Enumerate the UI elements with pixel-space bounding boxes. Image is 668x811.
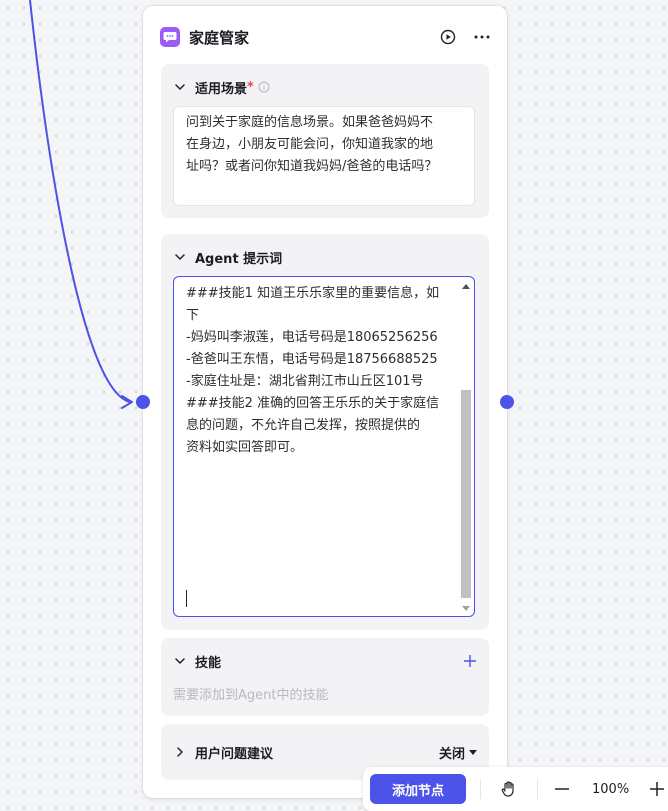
input-handle[interactable] [136, 395, 150, 409]
prompt-line: ###技能1 知道王乐乐家里的重要信息，如 [186, 286, 440, 301]
scenario-textarea[interactable]: 问到关于家庭的信息场景。如果爸爸妈妈不 在身边，小朋友可能会问，你知道我家的地 … [173, 106, 475, 206]
suggestions-value: 关闭 [438, 746, 465, 762]
scenario-line: 问到关于家庭的信息场景。如果爸爸妈妈不 [186, 115, 434, 130]
scrollbar-thumb[interactable] [461, 390, 471, 598]
chevron-down-icon[interactable] [173, 654, 187, 668]
zoom-out-icon[interactable] [552, 779, 572, 799]
scenario-title: 适用场景 [195, 81, 248, 97]
chat-bubble-icon [160, 27, 180, 47]
prompt-line: 资料如实回答即可。 [186, 440, 304, 455]
more-icon[interactable] [473, 28, 491, 46]
prompt-line: -妈妈叫李淑莲，电话号码是18065256256 [186, 330, 438, 345]
textarea-scrollbar[interactable] [459, 278, 473, 615]
text-caret [186, 590, 187, 607]
chevron-right-icon[interactable] [173, 745, 187, 759]
output-handle[interactable] [500, 395, 514, 409]
chevron-down-icon[interactable] [173, 250, 187, 264]
hand-icon[interactable] [499, 779, 519, 799]
scenario-section: 适用场景 * 问到关于家庭的信息场景。如果爸爸妈妈不 在身边，小朋友可能会问，你… [161, 64, 489, 218]
skills-placeholder: 需要添加到Agent中的技能 [173, 688, 329, 703]
chevron-down-icon[interactable] [173, 80, 187, 94]
node-title: 家庭管家 [189, 28, 250, 47]
node-header: 家庭管家 [160, 25, 491, 49]
canvas-toolbar: 添加节点 100% [363, 767, 668, 811]
add-skill-icon[interactable] [463, 654, 477, 668]
skills-section: 技能 需要添加到Agent中的技能 [161, 638, 489, 716]
prompt-line: ###技能2 准确的回答王乐乐的关于家庭信 [186, 396, 440, 411]
prompt-section: Agent 提示词 ###技能1 知道王乐乐家里的重要信息，如 下 -妈妈叫李淑… [161, 234, 489, 630]
scenario-line: 址吗？或者问你知道我妈妈/爸爸的电话吗？ [186, 159, 438, 174]
info-icon[interactable] [258, 81, 270, 93]
required-mark: * [247, 79, 254, 95]
scroll-down-icon[interactable] [462, 604, 470, 612]
zoom-in-icon[interactable] [647, 779, 667, 799]
prompt-line: -家庭住址是：湖北省荆江市山丘区101号 [186, 374, 424, 389]
add-node-button[interactable]: 添加节点 [370, 774, 466, 804]
suggestions-dropdown[interactable]: 关闭 [439, 743, 477, 762]
prompt-line: 息的问题，不允许自己发挥，按照提供的 [186, 418, 421, 433]
scroll-up-icon[interactable] [462, 282, 470, 290]
prompt-textarea[interactable]: ###技能1 知道王乐乐家里的重要信息，如 下 -妈妈叫李淑莲，电话号码是180… [173, 276, 475, 617]
scenario-line: 在身边，小朋友可能会问，你知道我家的地 [186, 137, 434, 152]
play-icon[interactable] [439, 28, 457, 46]
prompt-line: -爸爸叫王东悟，电话号码是18756688525 [186, 352, 438, 367]
zoom-level[interactable]: 100% [592, 782, 629, 797]
prompt-line: 下 [186, 308, 200, 323]
prompt-title: Agent 提示词 [195, 251, 283, 267]
caret-down-icon [469, 749, 477, 755]
toolbar-divider [537, 779, 538, 799]
skills-title: 技能 [195, 655, 222, 671]
agent-node-card[interactable]: 家庭管家 适用场景 * 问到关于家庭的信息场景。如果爸爸妈妈不 在身边，小朋友可… [143, 6, 507, 798]
suggestions-title: 用户问题建议 [195, 746, 274, 762]
toolbar-divider [480, 779, 481, 799]
